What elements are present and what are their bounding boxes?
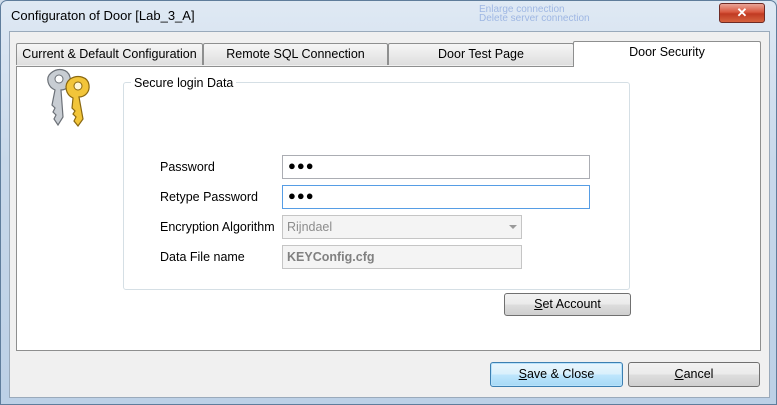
tab-label: Current & Default Configuration [22, 47, 197, 61]
set-account-label: et Account [542, 297, 601, 311]
data-file-name-field[interactable]: KEYConfig.cfg [282, 245, 522, 269]
close-button[interactable]: ✕ [719, 3, 765, 23]
encryption-algorithm-value: Rijndael [287, 220, 333, 234]
password-field[interactable]: ●●● [282, 155, 590, 179]
tab-label: Door Test Page [438, 47, 524, 61]
tab-door-security[interactable]: Door Security [573, 41, 761, 67]
encryption-algorithm-select[interactable]: Rijndael [282, 215, 522, 239]
keys-icon [47, 68, 90, 127]
close-icon: ✕ [736, 5, 748, 20]
window-title: Configuraton of Door [Lab_3_A] [11, 8, 195, 23]
retype-password-field[interactable]: ●●● [282, 185, 590, 209]
data-file-name-value: KEYConfig.cfg [287, 250, 375, 264]
retype-password-value: ●●● [288, 188, 315, 203]
cancel-mnemonic: C [674, 367, 684, 381]
save-mnemonic: S [518, 367, 527, 381]
tab-door-test-page[interactable]: Door Test Page [388, 43, 574, 65]
set-account-button[interactable]: Set Account [504, 293, 631, 316]
password-value: ●●● [288, 158, 315, 173]
cancel-label: ancel [683, 367, 714, 381]
encryption-algorithm-label: Encryption Algorithm [160, 220, 275, 234]
data-file-name-label: Data File name [160, 250, 245, 264]
group-title: Secure login Data [131, 76, 237, 90]
save-and-close-button[interactable]: Save & Close [490, 362, 623, 387]
retype-password-label: Retype Password [160, 190, 258, 204]
background-ghost-text: Enlarge connection Delete server connect… [479, 5, 590, 24]
tab-remote-sql-connection[interactable]: Remote SQL Connection [203, 43, 388, 65]
save-label: ave & Close [526, 367, 595, 381]
cancel-button[interactable]: Cancel [628, 362, 760, 387]
chevron-down-icon [509, 225, 517, 229]
tab-label: Remote SQL Connection [226, 47, 365, 61]
password-label: Password [160, 160, 215, 174]
tab-current-default-configuration[interactable]: Current & Default Configuration [16, 43, 203, 65]
ghost-line: Delete server connection [479, 13, 590, 24]
tab-label: Door Security [629, 45, 705, 59]
dialog-window: Configuraton of Door [Lab_3_A] Enlarge c… [0, 0, 777, 405]
title-bar[interactable]: Configuraton of Door [Lab_3_A] Enlarge c… [1, 1, 776, 31]
